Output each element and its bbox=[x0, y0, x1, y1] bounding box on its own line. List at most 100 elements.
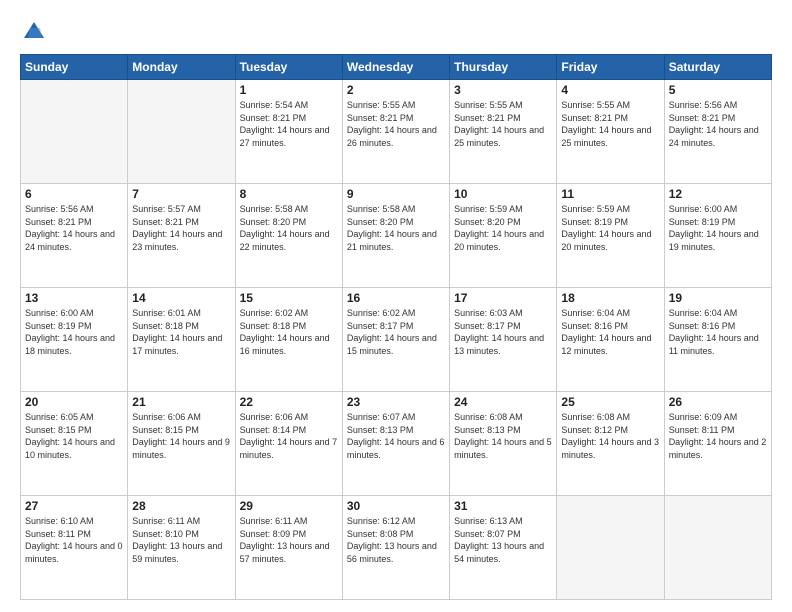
day-info: Sunrise: 5:54 AM Sunset: 8:21 PM Dayligh… bbox=[240, 99, 338, 149]
calendar-cell: 17 Sunrise: 6:03 AM Sunset: 8:17 PM Dayli… bbox=[450, 288, 557, 392]
calendar-cell: 22 Sunrise: 6:06 AM Sunset: 8:14 PM Dayli… bbox=[235, 392, 342, 496]
week-row-1: 6 Sunrise: 5:56 AM Sunset: 8:21 PM Daylig… bbox=[21, 184, 772, 288]
calendar-cell: 19 Sunrise: 6:04 AM Sunset: 8:16 PM Dayli… bbox=[664, 288, 771, 392]
calendar-cell: 2Sunrise: 5:55 AM Sunset: 8:21 PM Daylig… bbox=[342, 80, 449, 184]
calendar-cell: 6 Sunrise: 5:56 AM Sunset: 8:21 PM Daylig… bbox=[21, 184, 128, 288]
day-info: Sunrise: 5:55 AM Sunset: 8:21 PM Dayligh… bbox=[347, 99, 445, 149]
day-info: Sunrise: 6:00 AM Sunset: 8:19 PM Dayligh… bbox=[25, 307, 123, 357]
calendar-cell: 12Sunrise: 6:00 AM Sunset: 8:19 PM Dayli… bbox=[664, 184, 771, 288]
week-row-3: 20 Sunrise: 6:05 AM Sunset: 8:15 PM Dayli… bbox=[21, 392, 772, 496]
calendar-cell: 24Sunrise: 6:08 AM Sunset: 8:13 PM Dayli… bbox=[450, 392, 557, 496]
weekday-header-saturday: Saturday bbox=[664, 55, 771, 80]
day-number: 8 bbox=[240, 187, 338, 201]
day-number: 28 bbox=[132, 499, 230, 513]
calendar-cell: 11 Sunrise: 5:59 AM Sunset: 8:19 PM Dayli… bbox=[557, 184, 664, 288]
day-number: 1 bbox=[240, 83, 338, 97]
calendar-cell: 23 Sunrise: 6:07 AM Sunset: 8:13 PM Dayli… bbox=[342, 392, 449, 496]
day-number: 30 bbox=[347, 499, 445, 513]
weekday-header-thursday: Thursday bbox=[450, 55, 557, 80]
week-row-2: 13 Sunrise: 6:00 AM Sunset: 8:19 PM Dayli… bbox=[21, 288, 772, 392]
calendar-cell: 9 Sunrise: 5:58 AM Sunset: 8:20 PM Daylig… bbox=[342, 184, 449, 288]
day-info: Sunrise: 6:08 AM Sunset: 8:13 PM Dayligh… bbox=[454, 411, 552, 461]
day-info: Sunrise: 6:04 AM Sunset: 8:16 PM Dayligh… bbox=[669, 307, 767, 357]
calendar-cell: 30 Sunrise: 6:12 AM Sunset: 8:08 PM Dayli… bbox=[342, 496, 449, 600]
calendar-cell: 28 Sunrise: 6:11 AM Sunset: 8:10 PM Dayli… bbox=[128, 496, 235, 600]
day-info: Sunrise: 6:00 AM Sunset: 8:19 PM Dayligh… bbox=[669, 203, 767, 253]
calendar-cell bbox=[21, 80, 128, 184]
day-info: Sunrise: 5:55 AM Sunset: 8:21 PM Dayligh… bbox=[454, 99, 552, 149]
calendar-cell: 14 Sunrise: 6:01 AM Sunset: 8:18 PM Dayli… bbox=[128, 288, 235, 392]
day-number: 22 bbox=[240, 395, 338, 409]
day-info: Sunrise: 6:10 AM Sunset: 8:11 PM Dayligh… bbox=[25, 515, 123, 565]
calendar-cell bbox=[557, 496, 664, 600]
day-number: 19 bbox=[669, 291, 767, 305]
calendar-cell: 8 Sunrise: 5:58 AM Sunset: 8:20 PM Daylig… bbox=[235, 184, 342, 288]
calendar-table: SundayMondayTuesdayWednesdayThursdayFrid… bbox=[20, 54, 772, 600]
day-info: Sunrise: 5:55 AM Sunset: 8:21 PM Dayligh… bbox=[561, 99, 659, 149]
weekday-header-wednesday: Wednesday bbox=[342, 55, 449, 80]
day-number: 13 bbox=[25, 291, 123, 305]
calendar-cell: 21 Sunrise: 6:06 AM Sunset: 8:15 PM Dayli… bbox=[128, 392, 235, 496]
calendar-cell: 10Sunrise: 5:59 AM Sunset: 8:20 PM Dayli… bbox=[450, 184, 557, 288]
calendar-cell bbox=[664, 496, 771, 600]
day-number: 18 bbox=[561, 291, 659, 305]
day-number: 31 bbox=[454, 499, 552, 513]
day-number: 3 bbox=[454, 83, 552, 97]
day-number: 15 bbox=[240, 291, 338, 305]
calendar-cell: 7 Sunrise: 5:57 AM Sunset: 8:21 PM Daylig… bbox=[128, 184, 235, 288]
day-number: 9 bbox=[347, 187, 445, 201]
day-number: 11 bbox=[561, 187, 659, 201]
day-info: Sunrise: 5:57 AM Sunset: 8:21 PM Dayligh… bbox=[132, 203, 230, 253]
day-info: Sunrise: 5:59 AM Sunset: 8:19 PM Dayligh… bbox=[561, 203, 659, 253]
calendar-cell: 4 Sunrise: 5:55 AM Sunset: 8:21 PM Daylig… bbox=[557, 80, 664, 184]
day-info: Sunrise: 6:05 AM Sunset: 8:15 PM Dayligh… bbox=[25, 411, 123, 461]
calendar-cell: 29Sunrise: 6:11 AM Sunset: 8:09 PM Dayli… bbox=[235, 496, 342, 600]
weekday-header-tuesday: Tuesday bbox=[235, 55, 342, 80]
day-number: 23 bbox=[347, 395, 445, 409]
page-header bbox=[20, 18, 772, 46]
day-info: Sunrise: 6:12 AM Sunset: 8:08 PM Dayligh… bbox=[347, 515, 445, 565]
day-number: 5 bbox=[669, 83, 767, 97]
weekday-header-monday: Monday bbox=[128, 55, 235, 80]
day-number: 10 bbox=[454, 187, 552, 201]
day-info: Sunrise: 6:07 AM Sunset: 8:13 PM Dayligh… bbox=[347, 411, 445, 461]
day-info: Sunrise: 6:11 AM Sunset: 8:09 PM Dayligh… bbox=[240, 515, 338, 565]
logo-icon bbox=[20, 18, 48, 46]
calendar-cell: 1 Sunrise: 5:54 AM Sunset: 8:21 PM Daylig… bbox=[235, 80, 342, 184]
calendar-cell: 16Sunrise: 6:02 AM Sunset: 8:17 PM Dayli… bbox=[342, 288, 449, 392]
day-info: Sunrise: 6:01 AM Sunset: 8:18 PM Dayligh… bbox=[132, 307, 230, 357]
day-number: 21 bbox=[132, 395, 230, 409]
day-info: Sunrise: 6:13 AM Sunset: 8:07 PM Dayligh… bbox=[454, 515, 552, 565]
calendar-cell: 27 Sunrise: 6:10 AM Sunset: 8:11 PM Dayli… bbox=[21, 496, 128, 600]
day-info: Sunrise: 5:58 AM Sunset: 8:20 PM Dayligh… bbox=[347, 203, 445, 253]
calendar-cell: 13 Sunrise: 6:00 AM Sunset: 8:19 PM Dayli… bbox=[21, 288, 128, 392]
day-number: 20 bbox=[25, 395, 123, 409]
day-number: 4 bbox=[561, 83, 659, 97]
day-info: Sunrise: 6:02 AM Sunset: 8:18 PM Dayligh… bbox=[240, 307, 338, 357]
day-number: 25 bbox=[561, 395, 659, 409]
day-number: 17 bbox=[454, 291, 552, 305]
day-info: Sunrise: 5:56 AM Sunset: 8:21 PM Dayligh… bbox=[669, 99, 767, 149]
week-row-4: 27 Sunrise: 6:10 AM Sunset: 8:11 PM Dayli… bbox=[21, 496, 772, 600]
day-number: 27 bbox=[25, 499, 123, 513]
day-number: 7 bbox=[132, 187, 230, 201]
day-info: Sunrise: 6:06 AM Sunset: 8:14 PM Dayligh… bbox=[240, 411, 338, 461]
day-number: 14 bbox=[132, 291, 230, 305]
calendar-cell: 26 Sunrise: 6:09 AM Sunset: 8:11 PM Dayli… bbox=[664, 392, 771, 496]
calendar-cell: 18Sunrise: 6:04 AM Sunset: 8:16 PM Dayli… bbox=[557, 288, 664, 392]
day-info: Sunrise: 5:56 AM Sunset: 8:21 PM Dayligh… bbox=[25, 203, 123, 253]
day-info: Sunrise: 6:11 AM Sunset: 8:10 PM Dayligh… bbox=[132, 515, 230, 565]
day-number: 26 bbox=[669, 395, 767, 409]
week-row-0: 1 Sunrise: 5:54 AM Sunset: 8:21 PM Daylig… bbox=[21, 80, 772, 184]
day-info: Sunrise: 6:03 AM Sunset: 8:17 PM Dayligh… bbox=[454, 307, 552, 357]
day-info: Sunrise: 6:08 AM Sunset: 8:12 PM Dayligh… bbox=[561, 411, 659, 461]
day-info: Sunrise: 6:09 AM Sunset: 8:11 PM Dayligh… bbox=[669, 411, 767, 461]
day-info: Sunrise: 6:06 AM Sunset: 8:15 PM Dayligh… bbox=[132, 411, 230, 461]
logo bbox=[20, 18, 52, 46]
day-number: 6 bbox=[25, 187, 123, 201]
calendar-cell: 5 Sunrise: 5:56 AM Sunset: 8:21 PM Daylig… bbox=[664, 80, 771, 184]
calendar-cell: 31 Sunrise: 6:13 AM Sunset: 8:07 PM Dayli… bbox=[450, 496, 557, 600]
day-info: Sunrise: 5:58 AM Sunset: 8:20 PM Dayligh… bbox=[240, 203, 338, 253]
weekday-header-friday: Friday bbox=[557, 55, 664, 80]
day-info: Sunrise: 6:02 AM Sunset: 8:17 PM Dayligh… bbox=[347, 307, 445, 357]
